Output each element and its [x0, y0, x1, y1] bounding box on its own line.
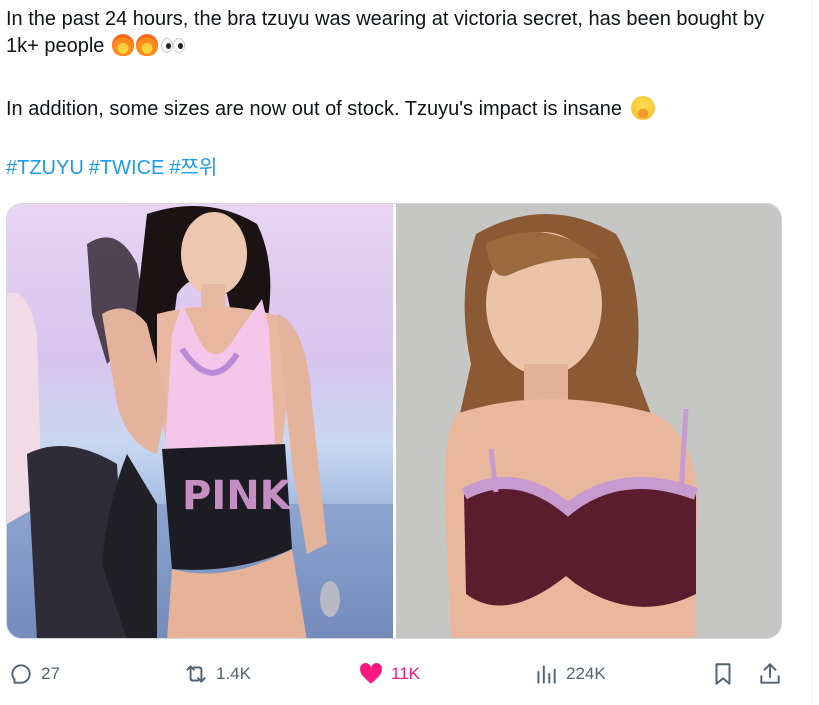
- repost-icon: [186, 665, 206, 683]
- reply-icon: [11, 664, 31, 684]
- repost-count: 1.4K: [216, 664, 251, 683]
- tweet-line-2-text: In addition, some sizes are now out of s…: [6, 98, 622, 120]
- reply-count: 27: [41, 664, 60, 683]
- bookmark-button[interactable]: [710, 661, 736, 687]
- tweet-action-bar: 27 1.4K 11K 224K: [0, 652, 819, 696]
- tweet-line-2: In addition, some sizes are now out of s…: [6, 96, 786, 123]
- stage-photo-image: PINK: [7, 206, 393, 638]
- bookmark-icon: [715, 663, 731, 685]
- svg-text:PINK: PINK: [182, 473, 293, 519]
- analytics-bars-icon: [537, 665, 556, 684]
- like-button[interactable]: 11K: [358, 652, 420, 696]
- hashtag-link[interactable]: #TWICE: [89, 157, 165, 179]
- fire-emoji-icon: [135, 34, 158, 56]
- shushing-face-emoji-icon: [630, 96, 655, 120]
- tweet-line-1: In the past 24 hours, the bra tzuyu was …: [6, 6, 786, 60]
- view-count: 224K: [566, 664, 606, 683]
- media-photo-right[interactable]: [396, 204, 781, 638]
- eyes-emoji-icon: [160, 38, 185, 53]
- hashtag-link[interactable]: #TZUYU: [6, 157, 84, 179]
- product-photo-image: [396, 204, 781, 638]
- timeline-divider: [812, 0, 813, 705]
- reply-button[interactable]: 27: [8, 652, 60, 696]
- fire-emoji-icon: [111, 34, 134, 56]
- tweet-body: In the past 24 hours, the bra tzuyu was …: [6, 6, 786, 123]
- hashtag-link[interactable]: #쯔위: [169, 157, 217, 179]
- like-count: 11K: [391, 664, 420, 683]
- share-button[interactable]: [757, 661, 783, 687]
- views-button[interactable]: 224K: [533, 652, 606, 696]
- heart-filled-icon: [360, 663, 382, 684]
- share-icon: [760, 663, 780, 684]
- media-grid: PINK: [6, 203, 782, 639]
- hashtag-row: #TZUYU #TWICE #쯔위: [6, 155, 222, 182]
- media-photo-left[interactable]: PINK: [7, 204, 393, 638]
- repost-button[interactable]: 1.4K: [183, 652, 251, 696]
